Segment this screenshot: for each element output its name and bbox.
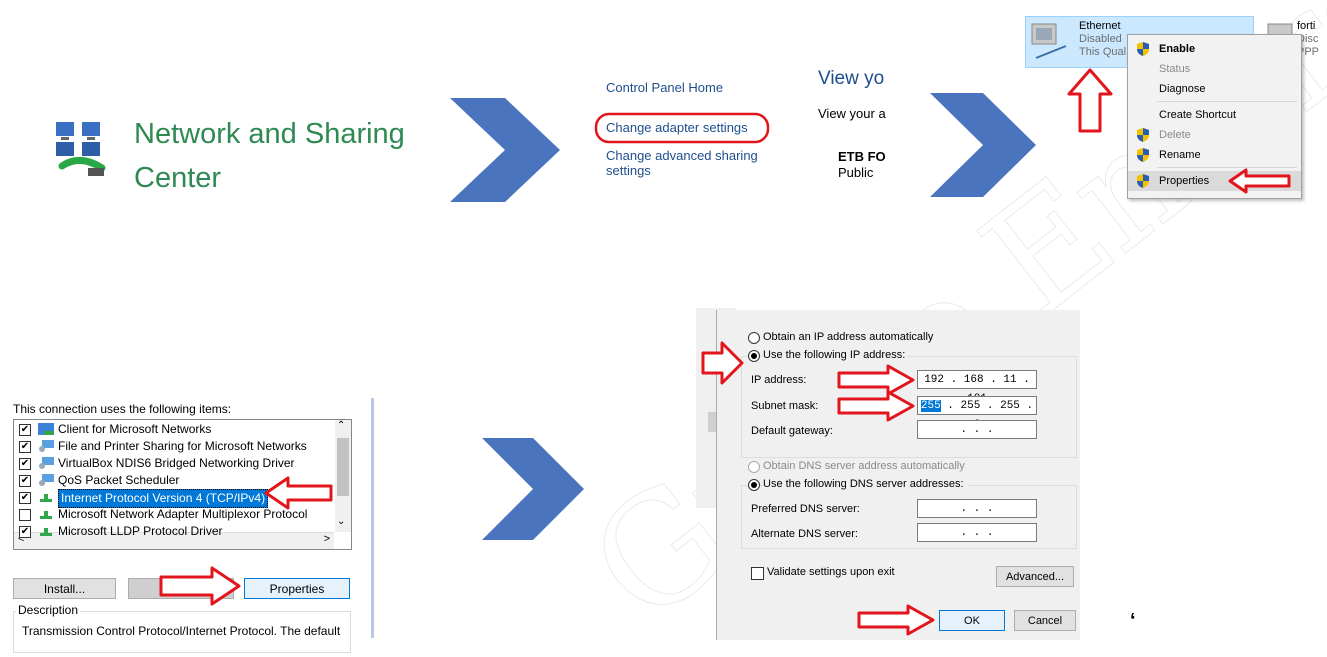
scroll-up-icon[interactable]: ⌃ [337,420,345,431]
menu-item-diagnose[interactable]: Diagnose [1128,79,1301,99]
client-network-icon [38,423,54,435]
item-label: QoS Packet Scheduler [58,473,180,487]
service-network-icon [39,440,54,452]
checkbox[interactable]: ✔ [19,526,31,538]
cancel-button[interactable]: Cancel [1014,610,1076,631]
alternate-dns-label: Alternate DNS server: [751,528,858,540]
menu-item-delete[interactable]: Delete [1128,125,1301,145]
preferred-dns-label: Preferred DNS server: [751,503,860,515]
pointer-arrow-up [1067,68,1113,133]
control-panel-home-link[interactable]: Control Panel Home [606,80,723,95]
shield-icon [1137,42,1149,56]
validate-checkbox[interactable] [751,567,764,580]
scroll-down-icon[interactable]: ⌄ [337,516,345,527]
gateway-label: Default gateway: [751,425,833,437]
checkbox[interactable]: ✔ [19,441,31,453]
menu-label: Status [1159,63,1191,75]
use-following-ip-radio[interactable] [748,350,760,362]
obtain-ip-auto-radio[interactable] [748,332,760,344]
ok-button[interactable]: OK [939,610,1005,631]
scroll-right-icon[interactable]: > [324,533,330,545]
list-scrollbar[interactable]: ⌃ ⌄ [335,420,351,532]
adapter-name: Ethernet [1079,20,1121,32]
menu-label: Delete [1159,129,1191,141]
items-caption: This connection uses the following items… [13,402,232,416]
obtain-dns-auto-label: Obtain DNS server address automatically [763,460,965,472]
pointer-arrow-left [1228,168,1291,194]
ip-address-label: IP address: [751,374,807,386]
subnet-mask-field[interactable]: 255 . 255 . 255 . 0 [917,396,1037,431]
pointer-arrow-right [857,604,935,636]
service-network-icon [39,474,54,486]
window-edge [371,398,374,638]
next-step-chevron [450,98,560,202]
protocol-icon [40,494,52,502]
stray-mark: ‘ [1130,610,1136,632]
network-adapter-icon [1031,23,1067,59]
network-type: Public [838,165,874,180]
obtain-ip-auto-label: Obtain an IP address automatically [763,331,934,343]
view-heading: View yo [818,68,885,89]
pointer-arrow-right [701,341,744,385]
item-label: File and Printer Sharing for Microsoft N… [58,439,307,453]
install-button[interactable]: Install... [13,578,116,599]
menu-item-rename[interactable]: Rename [1128,145,1301,165]
subnet-mask-selected: 255 [920,400,941,412]
pointer-arrow-right [837,390,915,422]
checkbox[interactable]: ✔ [19,458,31,470]
network-and-sharing-center-title: Network and Sharing Center [134,118,405,194]
item-label: VirtualBox NDIS6 Bridged Networking Driv… [58,456,295,470]
obtain-dns-auto-radio[interactable] [748,461,760,473]
adapter-device: This Qual [1079,46,1127,58]
subnet-mask-label: Subnet mask: [751,400,819,412]
menu-label: Enable [1159,43,1196,55]
ip-address-field[interactable]: 192 . 168 . 11 . 101 [917,370,1037,405]
preferred-dns-field[interactable]: . . . [917,499,1037,518]
shield-icon [1137,128,1149,142]
use-following-dns-label: Use the following DNS server addresses: [763,478,967,490]
adapter-status: Disabled [1079,33,1122,45]
checkbox[interactable]: ✔ [19,492,31,504]
highlight-ellipse [594,112,770,144]
protocol-icon [40,528,52,536]
properties-button[interactable]: Properties [244,578,350,599]
menu-label: Rename [1159,149,1201,161]
alternate-dns-field[interactable]: . . . [917,523,1037,542]
change-advanced-sharing-link[interactable]: Change advanced sharing settings [606,148,796,178]
scrollbar-thumb[interactable] [337,438,349,496]
service-network-icon [39,457,54,469]
validate-label: Validate settings upon exit [767,566,895,578]
menu-item-status[interactable]: Status [1128,59,1301,79]
menu-label: Properties [1159,175,1210,187]
item-label: Client for Microsoft Networks [58,422,212,436]
checkbox[interactable]: ✔ [19,424,31,436]
menu-label: Diagnose [1159,83,1206,95]
use-following-ip-label: Use the following IP address: [763,349,909,361]
menu-item-create-shortcut[interactable]: Create Shortcut [1128,105,1301,125]
pointer-arrow-right [159,566,241,606]
gateway-field[interactable]: . . . [917,420,1037,439]
next-step-chevron [930,93,1036,197]
adapter2-name: forti [1297,20,1316,32]
checkbox[interactable]: ✔ [19,475,31,487]
menu-label: Create Shortcut [1159,109,1237,121]
shield-icon [1137,174,1149,188]
shield-icon [1137,148,1149,162]
pointer-arrow-left [264,476,333,510]
view-subtext: View your a [818,106,886,121]
network-name: ETB FO [838,149,886,164]
use-following-dns-radio[interactable] [748,479,760,491]
protocol-icon [40,511,52,519]
menu-item-enable[interactable]: Enable [1128,39,1301,59]
next-step-chevron [482,438,584,540]
description-text: Transmission Control Protocol/Internet P… [22,624,341,638]
menu-separator [1157,101,1297,102]
checkbox[interactable] [19,509,31,521]
advanced-button[interactable]: Advanced... [996,566,1074,587]
item-label: Microsoft LLDP Protocol Driver [58,524,223,538]
network-sharing-icon [56,122,106,176]
description-label: Description [16,603,81,617]
